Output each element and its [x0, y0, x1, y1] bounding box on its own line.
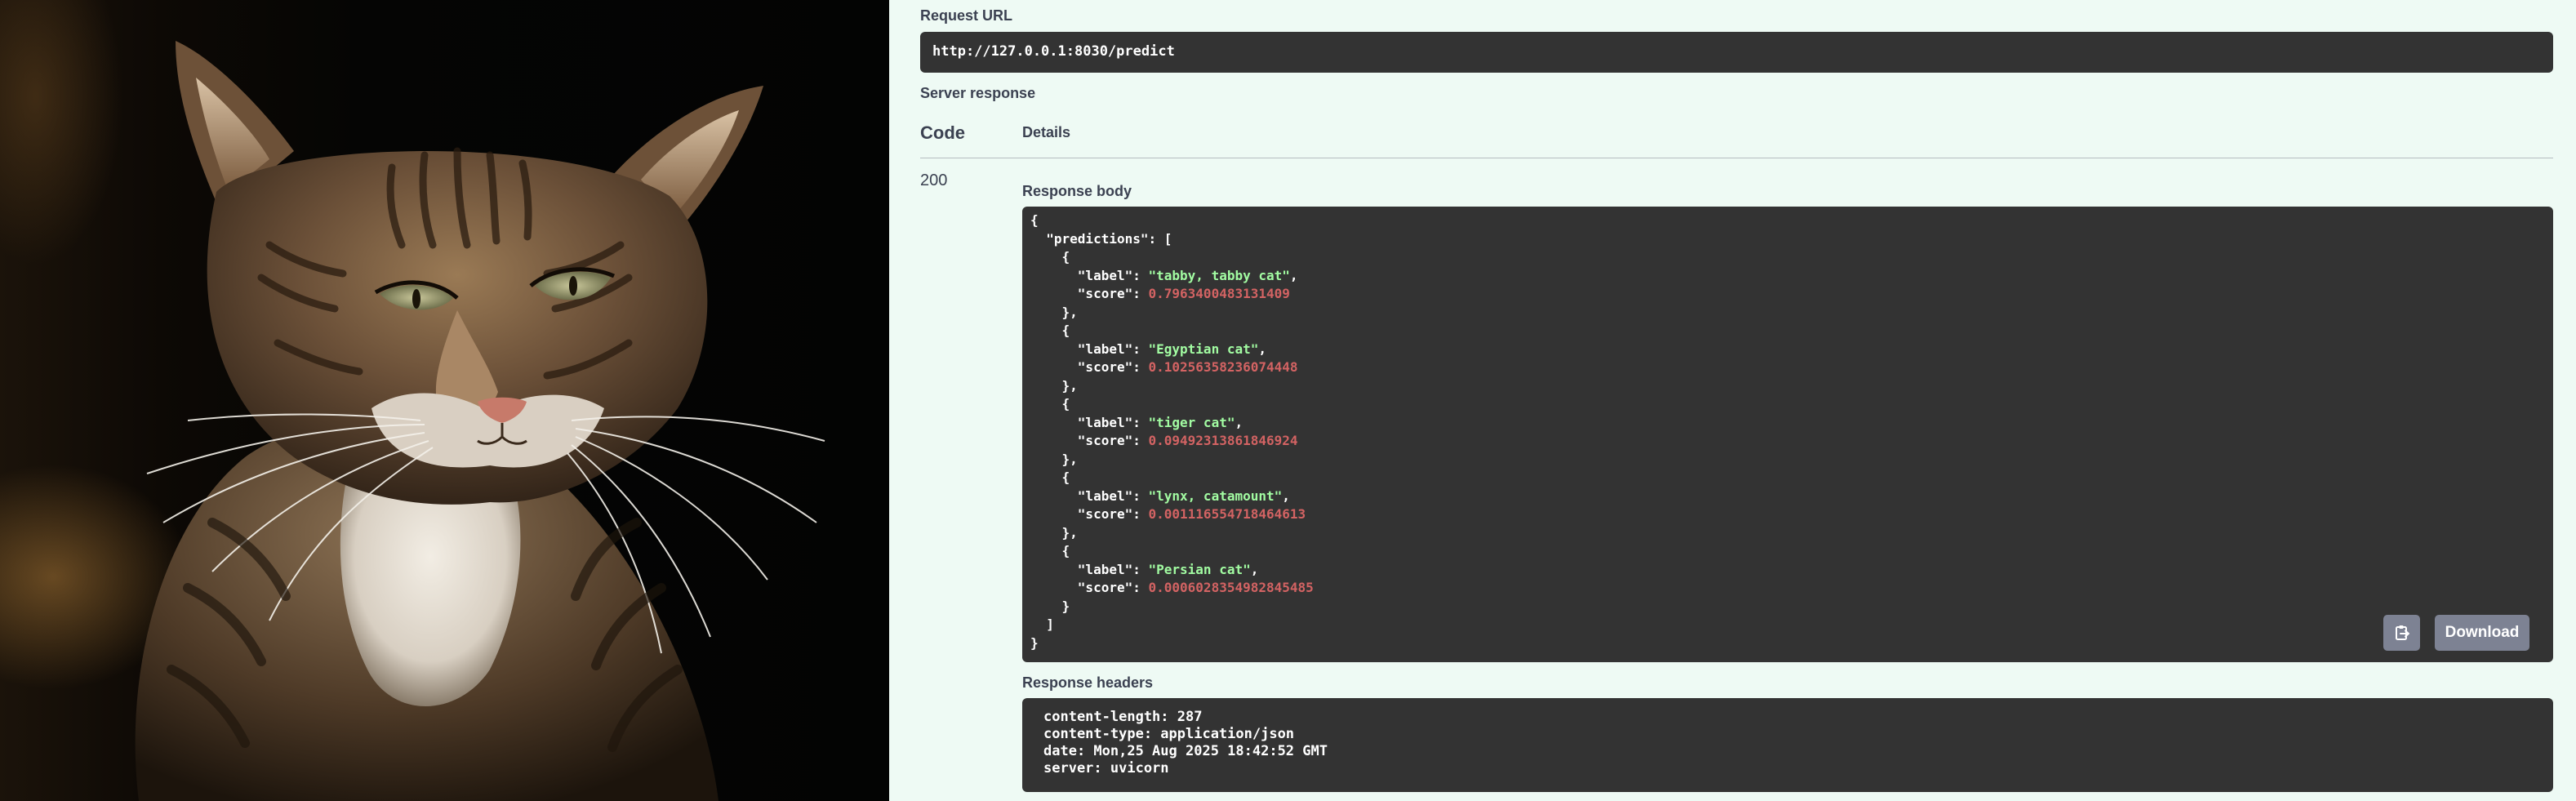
server-response-label: Server response: [920, 85, 1036, 101]
response-body-json: { "predictions": [ { "label": "tabby, ta…: [1030, 212, 1314, 651]
json-key: "score": [1077, 506, 1133, 522]
json-key: "score": [1077, 286, 1133, 301]
json-key: "score": [1077, 359, 1133, 375]
response-body[interactable]: { "predictions": [ { "label": "tabby, ta…: [1022, 207, 2553, 662]
response-headers-label: Response headers: [1022, 674, 1154, 691]
request-url-box[interactable]: http://127.0.0.1:8030/predict: [920, 32, 2553, 73]
json-key: "score": [1077, 433, 1133, 448]
prediction-score: 0.7963400483131409: [1148, 286, 1290, 301]
clipboard-icon: [2396, 625, 2409, 640]
page: Request URL http://127.0.0.1:8030/predic…: [0, 0, 2576, 801]
prediction-score: 0.001116554718464613: [1148, 506, 1306, 522]
json-key: "label": [1077, 487, 1133, 504]
cat-illustration: [135, 41, 825, 801]
prediction-label: "Egyptian cat": [1148, 340, 1259, 357]
response-headers-list: content-length: 287 content-type: applic…: [1043, 709, 1328, 777]
json-key: "label": [1077, 267, 1133, 283]
json-key: "predictions": [1046, 230, 1149, 247]
download-button[interactable]: Download: [2435, 615, 2529, 651]
copy-to-clipboard-button[interactable]: [2383, 615, 2420, 651]
prediction-score: 0.09492313861846924: [1148, 433, 1298, 448]
column-header-details: Details: [1022, 124, 1071, 140]
cat-photo: [0, 0, 889, 801]
response-headers[interactable]: content-length: 287 content-type: applic…: [1022, 698, 2553, 792]
response-panel: Request URL http://127.0.0.1:8030/predic…: [889, 0, 2576, 801]
prediction-label: "tabby, tabby cat": [1148, 267, 1290, 283]
response-header-line: date: Mon,25 Aug 2025 18:42:52 GMT: [1043, 743, 1328, 759]
response-body-label: Response body: [1022, 183, 1132, 199]
json-key: "score": [1077, 580, 1133, 595]
prediction-score: 0.0006028354982845485: [1148, 580, 1314, 595]
status-code: 200: [920, 171, 948, 189]
json-key: "label": [1077, 340, 1133, 357]
response-header-line: content-type: application/json: [1043, 726, 1295, 742]
json-key: "label": [1077, 561, 1133, 577]
column-header-code: Code: [920, 122, 965, 143]
prediction-label: "tiger cat": [1148, 414, 1235, 430]
json-key: "label": [1077, 414, 1133, 430]
response-header-line: content-length: 287: [1043, 709, 1203, 725]
response-header-line: server: uvicorn: [1043, 760, 1169, 777]
prediction-score: 0.10256358236074448: [1148, 359, 1298, 375]
prediction-label: "lynx, catamount": [1148, 487, 1283, 504]
request-url-label: Request URL: [920, 7, 1013, 24]
request-url-value: http://127.0.0.1:8030/predict: [932, 43, 1175, 60]
prediction-label: "Persian cat": [1148, 561, 1251, 577]
